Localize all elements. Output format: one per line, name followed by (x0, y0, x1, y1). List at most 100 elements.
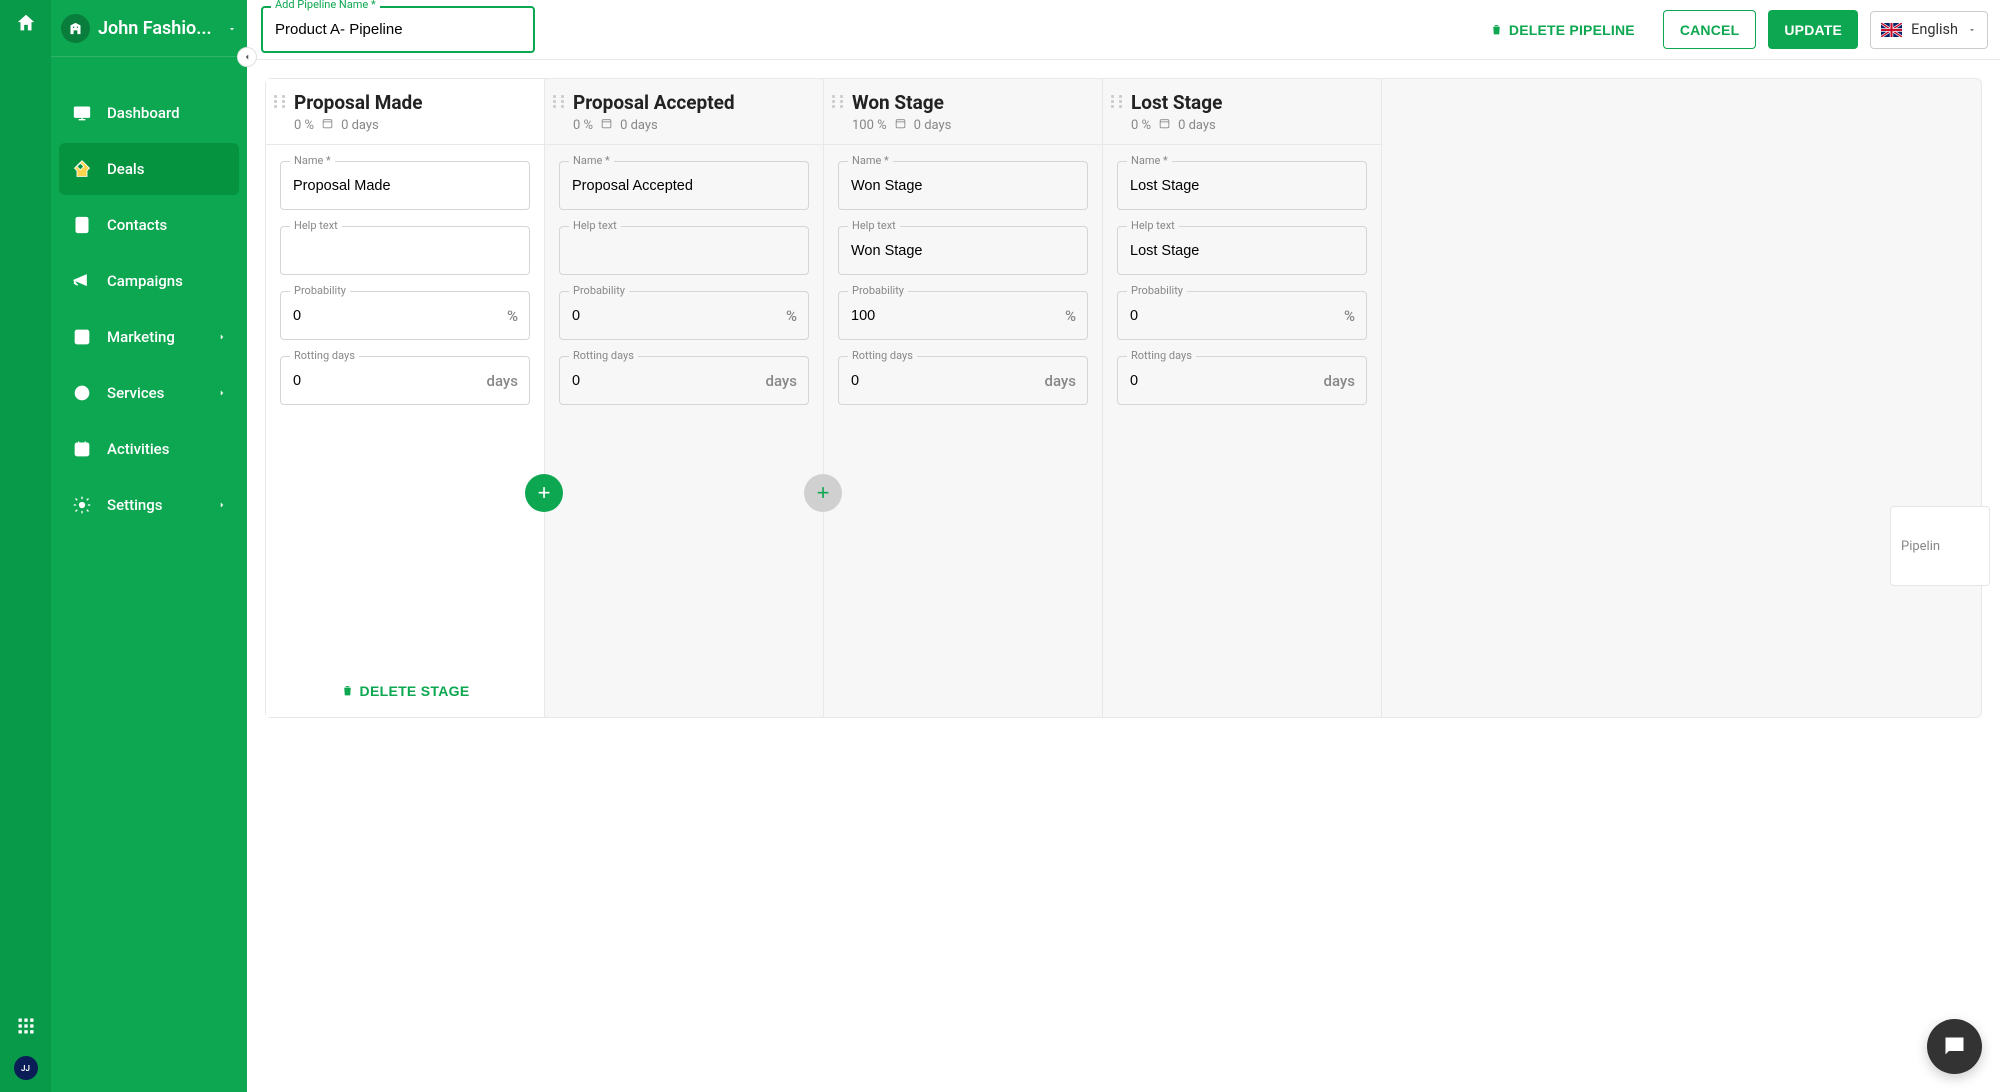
ghost-car-card: Pipelin (1890, 506, 1990, 586)
pipeline-name-input[interactable] (261, 6, 535, 53)
chevron-down-icon[interactable] (227, 19, 237, 38)
stage-rotting-field: Rotting daysdays (559, 356, 809, 405)
stage-name-input[interactable] (280, 161, 530, 210)
stages-board: Proposal Made0 %0 daysName *Help textPro… (265, 78, 1982, 718)
stage-help-input[interactable] (280, 226, 530, 275)
chevron-right-icon (217, 384, 227, 402)
drag-handle-icon[interactable] (832, 95, 846, 108)
sidebar-item-dashboard[interactable]: Dashboard (59, 87, 239, 139)
add-stage-button[interactable]: + (525, 474, 563, 512)
stage-help-field: Help text (838, 226, 1088, 275)
stage-name-input[interactable] (1117, 161, 1367, 210)
sidebar-item-label: Marketing (107, 328, 203, 346)
stage-probability-field: Probability% (838, 291, 1088, 340)
stage-help-input[interactable] (559, 226, 809, 275)
stage-header: Proposal Accepted0 %0 days (545, 79, 823, 145)
add-stage-button[interactable]: + (804, 474, 842, 512)
stage-probability-input[interactable] (1117, 291, 1367, 340)
stage-column: Proposal Made0 %0 daysName *Help textPro… (266, 79, 545, 717)
stage-help-input[interactable] (838, 226, 1088, 275)
stage-name-input[interactable] (838, 161, 1088, 210)
sidebar-item-label: Settings (107, 496, 203, 514)
sidebar-item-settings[interactable]: Settings (59, 479, 239, 531)
company-title: John Fashio... (98, 18, 219, 39)
drag-handle-icon[interactable] (1111, 95, 1125, 108)
chat-launcher[interactable] (1927, 1019, 1982, 1074)
calendar-icon (600, 117, 613, 134)
stage-name-field: Name * (559, 161, 809, 210)
services-icon (71, 382, 93, 404)
settings-icon (71, 494, 93, 516)
stage-name-input[interactable] (559, 161, 809, 210)
sidebar-item-activities[interactable]: Activities (59, 423, 239, 475)
sidebar-item-label: Campaigns (107, 272, 227, 290)
delete-pipeline-button[interactable]: DELETE PIPELINE (1474, 10, 1651, 49)
apps-grid-icon[interactable] (16, 1016, 36, 1040)
language-selector[interactable]: English (1870, 11, 1988, 49)
stage-title: Proposal Made (294, 91, 530, 114)
stage-title: Lost Stage (1131, 91, 1367, 114)
language-label: English (1911, 21, 1958, 38)
sidebar-item-marketing[interactable]: Marketing (59, 311, 239, 363)
stage-title: Won Stage (852, 91, 1088, 114)
uk-flag-icon (1881, 23, 1902, 37)
stage-probability-input[interactable] (280, 291, 530, 340)
stage-help-field: Help text (280, 226, 530, 275)
stage-help-field: Help text (1117, 226, 1367, 275)
calendar-icon (894, 117, 907, 134)
sidebar-item-label: Dashboard (107, 104, 227, 122)
stage-probability-input[interactable] (838, 291, 1088, 340)
stage-column: Won Stage100 %0 daysName *Help textProba… (824, 79, 1103, 717)
delete-stage-button[interactable]: DELETE STAGE (341, 683, 470, 699)
stage-name-field: Name * (280, 161, 530, 210)
stage-header: Won Stage 100 %0 days (824, 79, 1102, 145)
stage-probability-input[interactable] (559, 291, 809, 340)
calendar-icon (1158, 117, 1171, 134)
sidebar-item-services[interactable]: Services (59, 367, 239, 419)
contacts-icon (71, 214, 93, 236)
stage-meta: 0 %0 days (573, 117, 809, 134)
stage-column: Lost Stage 0 %0 days Name * Help text Probab… (1103, 79, 1382, 717)
stage-column: Proposal Accepted0 %0 days Name * Help tex… (545, 79, 824, 717)
sidebar-nav: Dashboard Deals Contacts Campaigns Marketing… (51, 57, 247, 561)
sidebar-item-label: Deals (107, 160, 227, 178)
home-icon[interactable] (15, 12, 37, 38)
sidebar-item-label: Services (107, 384, 203, 402)
chevron-right-icon (217, 496, 227, 514)
campaigns-icon (71, 270, 93, 292)
collapse-sidebar-button[interactable] (237, 47, 257, 67)
drag-handle-icon[interactable] (553, 95, 567, 108)
calendar-icon (321, 117, 334, 134)
sidebar-item-contacts[interactable]: Contacts (59, 199, 239, 251)
stage-probability-field: Probability% (1117, 291, 1367, 340)
sidebar-item-label: Activities (107, 440, 227, 458)
stage-rotting-field: Rotting daysdays (280, 356, 530, 405)
stage-rotting-field: Rotting daysdays (1117, 356, 1367, 405)
update-button[interactable]: UPDATE (1768, 10, 1858, 49)
left-rail: JJ (0, 0, 51, 1092)
stage-help-input[interactable] (1117, 226, 1367, 275)
chevron-right-icon (217, 328, 227, 346)
topbar: Add Pipeline Name * DELETE PIPELINE CANC… (247, 0, 2000, 60)
cancel-button[interactable]: CANCEL (1663, 10, 1757, 49)
sidebar-item-deals[interactable]: Deals (59, 143, 239, 195)
stage-meta: 0 %0 days (1131, 117, 1367, 134)
chevron-down-icon (1967, 20, 1977, 39)
sidebar-item-label: Contacts (107, 216, 227, 234)
sidebar: John Fashio... Dashboard Deals Contacts Cam… (51, 0, 247, 1092)
delete-pipeline-label: DELETE PIPELINE (1509, 22, 1635, 38)
drag-handle-icon[interactable] (274, 95, 288, 108)
user-avatar[interactable]: JJ (14, 1056, 38, 1080)
stage-probability-field: Probability% (559, 291, 809, 340)
dashboard-icon (71, 102, 93, 124)
stage-name-field: Name * (1117, 161, 1367, 210)
stage-rotting-field: Rotting daysdays (838, 356, 1088, 405)
stage-meta: 100 %0 days (852, 117, 1088, 134)
pipeline-name-field: Add Pipeline Name * (261, 6, 535, 53)
pipeline-name-label: Add Pipeline Name * (271, 0, 380, 11)
activities-icon (71, 438, 93, 460)
stage-header: Lost Stage 0 %0 days (1103, 79, 1381, 145)
stage-help-field: Help text (559, 226, 809, 275)
main-content: Add Pipeline Name * DELETE PIPELINE CANC… (247, 0, 2000, 1092)
sidebar-item-campaigns[interactable]: Campaigns (59, 255, 239, 307)
